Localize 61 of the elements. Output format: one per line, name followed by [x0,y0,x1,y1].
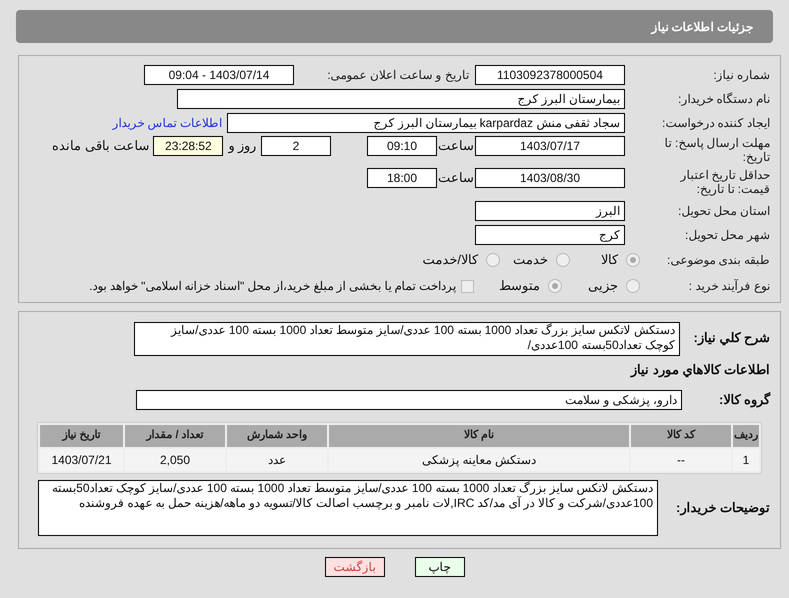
field-label: تاریخ و ساعت اعلان عمومی: [326,68,469,82]
field-label: شماره نیاز: [712,68,770,82]
column-header: تاریخ نیاز [40,424,123,446]
text-field[interactable]: 1403/07/14 - 09:04 [144,65,294,85]
radio-button[interactable] [626,279,640,293]
text-field[interactable]: البرز [475,201,625,221]
field-label: شهر محل تحویل: [684,228,770,242]
field-label: مهلت ارسال پاسخ: تا تاریخ: [664,136,770,164]
back-button[interactable]: بازگشت [324,556,384,576]
field-label: طبقه بندی موضوعی: [666,253,770,267]
field-label: حداقل تاریخ اعتبار قیمت: تا تاریخ: [679,168,770,196]
print-button[interactable]: چاپ [414,556,464,576]
column-header: کد کالا [631,424,731,446]
radio-button[interactable] [556,253,570,267]
table-cell: 1403/07/21 [40,448,123,470]
time-label: ساعت [437,169,475,187]
table-cell: 2,050 [125,448,225,470]
days-label: روز و [227,137,257,156]
radio-button[interactable] [486,253,500,267]
text-field[interactable]: 09:10 [367,136,437,156]
field-label: استان محل تحویل: [676,204,770,218]
notes-textarea[interactable]: دستکش لاتکس سایز بزرگ تعداد 1000 بسته 100 عددی/سایز متوسط تعداد 1000 بسته 100 عددی/سایز کوچک تعداد50بسته 100عددی/شرکت و کالا در آی مد/کد IRC,لات نامبر و برچسب اصالت کالا/تسویه دو ماهه/هزینه حمل به عهده فروشنده [38,480,658,536]
text-field[interactable]: کرج [475,225,625,245]
text-field[interactable]: 2 [261,136,331,156]
column-header: واحد شمارش [227,424,327,446]
column-header: تعداد / مقدار [125,424,225,446]
field-label: شرح کلي نياز: [692,329,770,348]
checkbox[interactable] [461,280,474,292]
text-field[interactable]: سجاد ثقفی منش karpardaz بیمارستان البرز کرج [227,113,625,133]
text-field[interactable]: 1403/07/17 [475,136,625,156]
radio-label: کالا/خدمت [422,251,478,270]
field-label: توضیحات خریدار: [675,498,770,518]
field-label: گروه کالا: [718,390,770,410]
radio-label: خدمت [513,251,548,270]
text-field[interactable]: 1103092378000504 [475,65,625,85]
radio-button[interactable] [548,279,562,293]
table-cell: دستکش معاینه پزشکی [329,448,629,470]
radio-label: کالا [601,251,618,270]
text-field[interactable]: بیمارستان البرز کرج [177,89,625,109]
countdown-field[interactable]: 23:28:52 [153,136,224,156]
description-textarea[interactable]: دستکش لاتکس سایز بزرگ تعداد 1000 بسته 100 عددی/سایز متوسط تعداد 1000 بسته 100 عددی/سایز کوچک تعداد50بسته 100عددی/ [134,322,680,356]
radio-label: متوسط [499,277,540,296]
field-label: نام دستگاه خریدار: [676,92,770,106]
field-label: ایجاد کننده درخواست: [660,116,770,130]
radio-button[interactable] [626,253,640,267]
buyer-contact-link[interactable]: اطلاعات تماس خریدار [112,114,222,132]
section-title: اطلاعات کالاهاي مورد نياز [629,361,770,380]
text-field[interactable]: 18:00 [367,168,437,188]
text-field[interactable]: 1403/08/30 [475,168,625,188]
remaining-label: ساعت باقی مانده [52,137,150,155]
column-header: نام کالا [329,424,629,446]
table-cell: عدد [227,448,327,470]
text-field[interactable]: دارو، پزشکی و سلامت [136,390,682,410]
page-title: جزئیات اطلاعات نیاز [651,18,753,36]
time-label: ساعت [437,137,475,155]
table-cell: 1 [733,448,759,470]
payment-note: پرداخت تمام یا بخشی از مبلغ خرید،از محل "اسناد خزانه اسلامی" خواهد بود. [89,278,456,295]
table-cell: -- [631,448,731,470]
radio-label: جزیی [588,277,618,296]
field-label: نوع فرآیند خرید : [688,279,770,293]
column-header: ردیف [733,424,759,446]
